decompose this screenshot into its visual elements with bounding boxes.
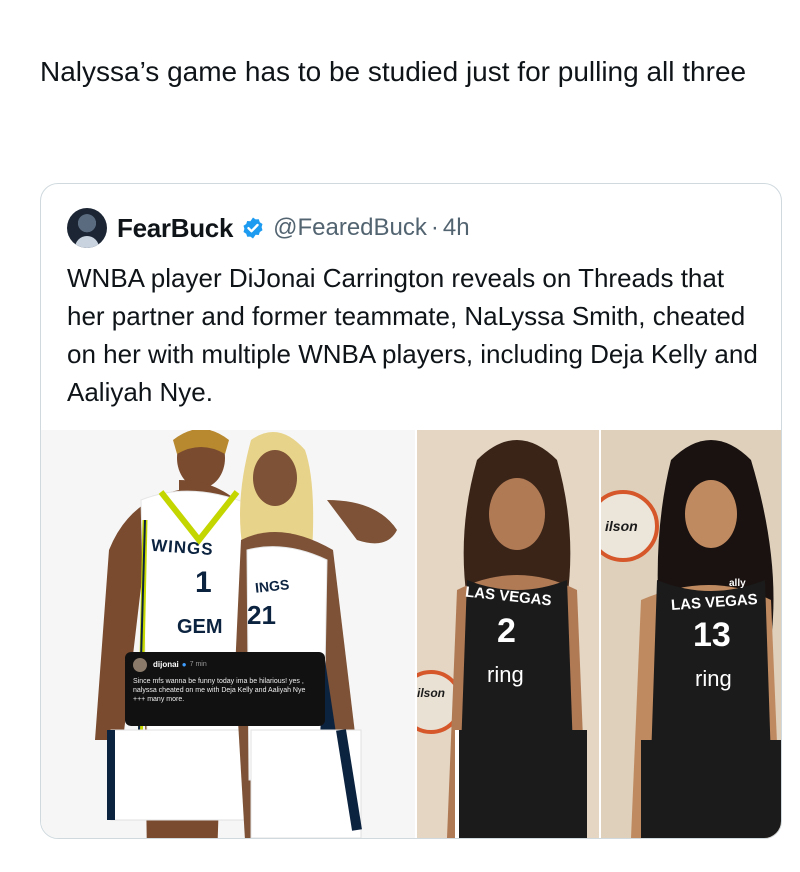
jersey-2-number: 21	[247, 600, 276, 630]
photo-wings-players[interactable]: WINGS 1 GEM INGS 21 dijonai ● 7 min Sinc…	[41, 430, 415, 838]
jersey-1-team: WINGS	[150, 535, 215, 560]
right-top-sponsor: ally	[729, 578, 746, 589]
timestamp[interactable]: 4h	[443, 214, 470, 242]
middle-ball-brand: ilson	[417, 686, 446, 700]
handle[interactable]: @FearedBuck	[273, 214, 427, 242]
jersey-1-sponsor: GEM	[177, 616, 223, 638]
aces-player-13-illustration	[601, 430, 781, 838]
right-number: 13	[693, 616, 731, 654]
quoted-post[interactable]: FearBuck @FearedBuck · 4h WNBA player Di…	[40, 183, 782, 839]
right-ball-brand: ilson	[605, 518, 638, 534]
threads-avatar	[133, 658, 147, 672]
threads-username: dijonai	[153, 660, 179, 669]
photo-aces-player-2[interactable]: LAS VEGAS 2 ring ilson	[417, 430, 599, 838]
photo-aces-player-13[interactable]: ally LAS VEGAS 13 ring ilson	[601, 430, 781, 838]
post-caption: Nalyssa’s game has to be studied just fo…	[40, 56, 747, 87]
separator-dot: ·	[430, 214, 439, 241]
display-name[interactable]: FearBuck	[117, 213, 233, 244]
wings-players-illustration	[41, 430, 415, 838]
avatar[interactable]	[67, 208, 107, 248]
verified-badge-icon	[243, 217, 263, 239]
quoted-post-text: WNBA player DiJonai Carrington reveals o…	[67, 263, 758, 407]
jersey-1-number: 1	[195, 566, 212, 599]
threads-time: 7 min	[189, 661, 207, 668]
right-sponsor: ring	[695, 666, 732, 691]
middle-number: 2	[497, 612, 516, 650]
media-grid[interactable]: WINGS 1 GEM INGS 21 dijonai ● 7 min Sinc…	[41, 430, 781, 838]
threads-verified-icon: ●	[181, 660, 187, 669]
threads-text: Since mfs wanna be funny today ima be hi…	[133, 678, 306, 703]
middle-sponsor: ring	[487, 662, 524, 687]
quoted-post-header: FearBuck @FearedBuck · 4h	[67, 206, 470, 250]
threads-screenshot: dijonai ● 7 min Since mfs wanna be funny…	[125, 652, 325, 726]
